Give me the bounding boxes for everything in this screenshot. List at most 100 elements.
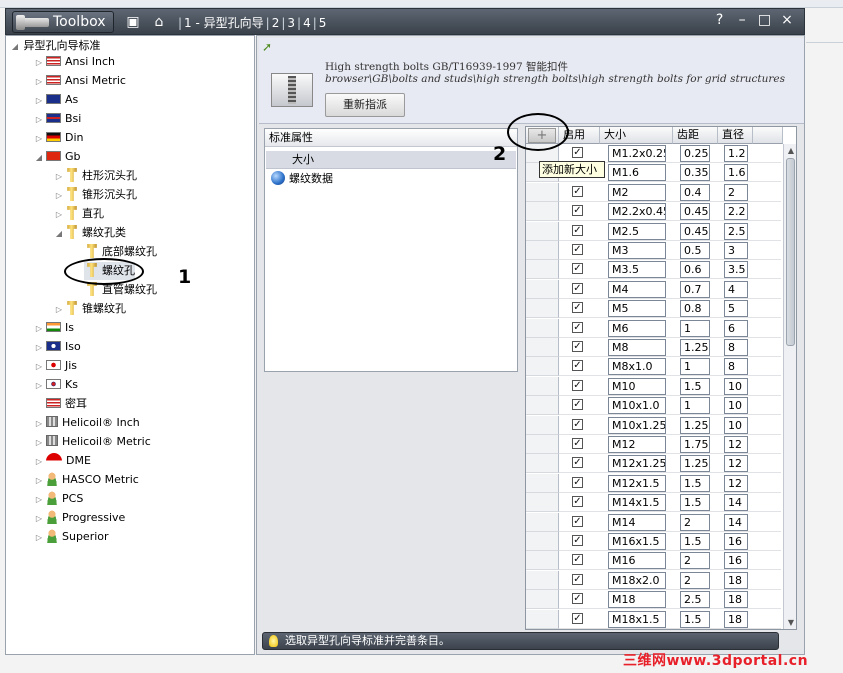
- edit-arrow-icon[interactable]: ➚: [262, 40, 276, 54]
- tree-item-helicoil-inch[interactable]: ▷ Helicoil® Inch: [34, 414, 140, 432]
- pitch-cell[interactable]: 2: [680, 571, 710, 589]
- enabled-checkbox[interactable]: ✓: [572, 457, 583, 469]
- enabled-checkbox[interactable]: ✓: [572, 515, 583, 527]
- close-button[interactable]: ×: [778, 12, 796, 28]
- pitch-cell[interactable]: 0.4: [680, 183, 710, 201]
- size-cell[interactable]: M12x1.5: [608, 474, 666, 492]
- diameter-cell[interactable]: 18: [724, 610, 748, 628]
- size-cell[interactable]: M14: [608, 513, 666, 531]
- enabled-checkbox[interactable]: ✓: [572, 263, 583, 275]
- size-cell[interactable]: M16x1.5: [608, 533, 666, 550]
- tree-item-gb[interactable]: ◢ Gb: [34, 148, 81, 166]
- expand-arrow-icon[interactable]: ▷: [34, 73, 44, 91]
- enabled-checkbox[interactable]: ✓: [572, 302, 583, 314]
- pitch-cell[interactable]: 1.25: [680, 416, 710, 434]
- expand-arrow-icon[interactable]: ▷: [34, 130, 44, 148]
- diameter-cell[interactable]: 1.6: [724, 164, 748, 182]
- size-cell[interactable]: M10: [608, 377, 666, 395]
- expand-arrow-icon[interactable]: ▷: [34, 510, 44, 528]
- collapse-arrow-icon[interactable]: ◢: [10, 38, 20, 56]
- tree-item-as[interactable]: ▷ As: [34, 91, 78, 109]
- diameter-cell[interactable]: 8: [724, 339, 748, 356]
- tree-item-iso[interactable]: ▷ Iso: [34, 338, 81, 356]
- enabled-checkbox[interactable]: ✓: [572, 360, 583, 372]
- diameter-cell[interactable]: 10: [724, 397, 748, 415]
- expand-arrow-icon[interactable]: ▷: [34, 54, 44, 72]
- pitch-cell[interactable]: 1: [680, 319, 710, 337]
- row-header[interactable]: [526, 241, 559, 260]
- home-icon[interactable]: ⌂: [150, 13, 168, 31]
- row-header[interactable]: [526, 376, 559, 396]
- pitch-cell[interactable]: 2.5: [680, 591, 710, 609]
- diameter-cell[interactable]: 16: [724, 533, 748, 550]
- enabled-checkbox[interactable]: ✓: [572, 341, 583, 352]
- diameter-cell[interactable]: 14: [724, 494, 748, 512]
- row-header[interactable]: [526, 590, 559, 610]
- tree-item-dme[interactable]: ▷ DME: [34, 452, 91, 470]
- pitch-cell[interactable]: 1.5: [680, 377, 710, 395]
- scroll-up-icon[interactable]: ▲: [786, 146, 796, 155]
- diameter-cell[interactable]: 2: [724, 183, 748, 201]
- enabled-checkbox[interactable]: ✓: [572, 321, 583, 333]
- minimize-button[interactable]: –: [733, 12, 751, 28]
- row-header[interactable]: [526, 299, 559, 319]
- diameter-cell[interactable]: 18: [724, 591, 748, 609]
- expand-arrow-icon[interactable]: ▷: [34, 92, 44, 110]
- enabled-checkbox[interactable]: ✓: [572, 612, 583, 624]
- size-cell[interactable]: M3.5: [608, 261, 666, 279]
- enabled-checkbox[interactable]: ✓: [572, 185, 583, 197]
- tree-item-ks[interactable]: ▷ Ks: [34, 376, 78, 394]
- expand-arrow-icon[interactable]: ▷: [34, 491, 44, 509]
- size-cell[interactable]: M18x2.0: [608, 571, 666, 589]
- tree-item-mil[interactable]: 密耳: [44, 395, 87, 413]
- row-header[interactable]: [526, 415, 559, 435]
- collapse-arrow-icon[interactable]: ◢: [54, 225, 64, 243]
- row-header[interactable]: [526, 435, 559, 454]
- tree-item-ansi-metric[interactable]: ▷ Ansi Metric: [34, 72, 126, 90]
- scrollbar-thumb[interactable]: [786, 158, 795, 346]
- size-cell[interactable]: M2: [608, 183, 666, 201]
- enabled-checkbox[interactable]: ✓: [572, 476, 583, 488]
- row-header[interactable]: [526, 318, 559, 338]
- diameter-cell[interactable]: 2.2: [724, 203, 748, 221]
- pitch-cell[interactable]: 0.45: [680, 222, 710, 240]
- expand-arrow-icon[interactable]: ▷: [54, 301, 64, 319]
- property-size[interactable]: 大小: [266, 151, 516, 169]
- diameter-cell[interactable]: 3: [724, 242, 748, 259]
- size-cell[interactable]: M1.2x0.25: [608, 145, 666, 162]
- row-header[interactable]: [526, 182, 559, 202]
- expand-arrow-icon[interactable]: ▷: [54, 168, 64, 186]
- pitch-cell[interactable]: 1.5: [680, 474, 710, 492]
- enabled-checkbox[interactable]: ✓: [572, 554, 583, 566]
- row-header[interactable]: [526, 512, 559, 532]
- enabled-checkbox[interactable]: ✓: [572, 496, 583, 508]
- pitch-cell[interactable]: 0.25: [680, 145, 710, 162]
- enabled-checkbox[interactable]: ✓: [572, 438, 583, 449]
- enabled-checkbox[interactable]: ✓: [572, 573, 583, 585]
- tree-item-tapped-holes[interactable]: ◢ 螺纹孔类: [54, 224, 126, 242]
- tree-item-ansi-inch[interactable]: ▷ Ansi Inch: [34, 53, 115, 71]
- diameter-cell[interactable]: 16: [724, 552, 748, 570]
- pitch-cell[interactable]: 2: [680, 513, 710, 531]
- header-size[interactable]: 大小: [600, 127, 673, 144]
- expand-arrow-icon[interactable]: ▷: [34, 358, 44, 376]
- row-header[interactable]: [526, 609, 559, 629]
- tree-item-bsi[interactable]: ▷ Bsi: [34, 110, 81, 128]
- diameter-cell[interactable]: 8: [724, 358, 748, 376]
- row-header[interactable]: [526, 260, 559, 280]
- row-header[interactable]: [526, 570, 559, 590]
- tree-item-is[interactable]: ▷ Is: [34, 319, 74, 337]
- row-header[interactable]: [526, 338, 559, 357]
- expand-arrow-icon[interactable]: ▷: [34, 339, 44, 357]
- diameter-cell[interactable]: 4: [724, 280, 748, 298]
- diameter-cell[interactable]: 10: [724, 416, 748, 434]
- diameter-cell[interactable]: 14: [724, 513, 748, 531]
- enabled-checkbox[interactable]: ✓: [572, 205, 583, 217]
- breadcrumb-step-1[interactable]: 1 - 异型孔向导: [184, 16, 264, 30]
- expand-arrow-icon[interactable]: ▷: [34, 453, 44, 471]
- diameter-cell[interactable]: 18: [724, 571, 748, 589]
- size-cell[interactable]: M2.5: [608, 222, 666, 240]
- size-cell[interactable]: M5: [608, 300, 666, 318]
- diameter-cell[interactable]: 6: [724, 319, 748, 337]
- size-cell[interactable]: M12: [608, 436, 666, 453]
